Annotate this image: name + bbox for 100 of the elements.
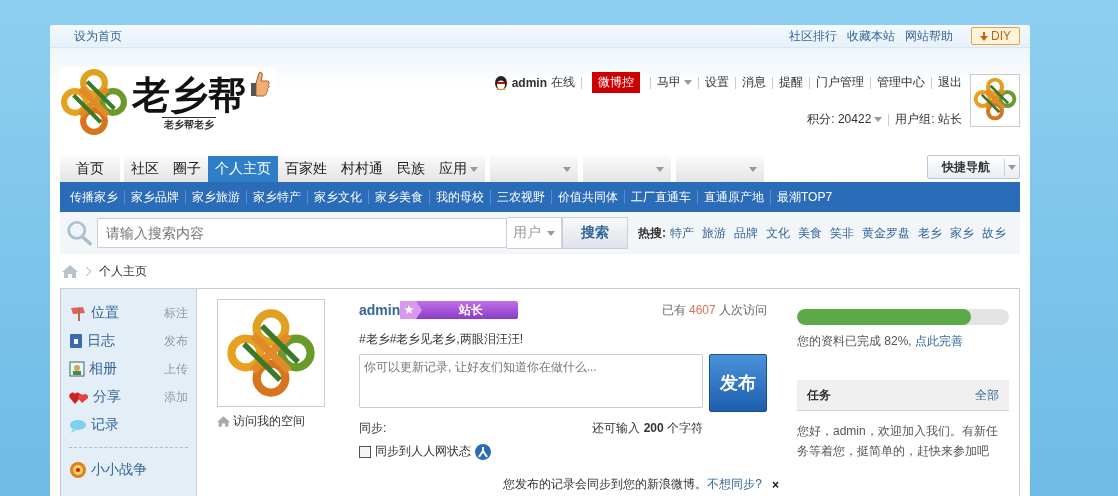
close-button[interactable]: ×: [772, 477, 779, 492]
visit-count-text: 已有 4607 人次访问: [661, 301, 767, 319]
caret-icon: [1008, 164, 1016, 170]
opt-out-link[interactable]: 不想同步?: [707, 477, 762, 491]
weibo-button[interactable]: 微博控: [592, 72, 640, 93]
sidebar-app-link[interactable]: 记录: [91, 416, 188, 434]
speech-bubble-icon: [69, 417, 87, 433]
diy-button[interactable]: DIY: [971, 27, 1020, 45]
user-menu-link[interactable]: 管理中心: [877, 74, 925, 91]
caret-icon: [656, 166, 664, 172]
nav-tab[interactable]: [676, 156, 764, 182]
subnav-link[interactable]: 我的母校: [430, 190, 491, 204]
subnav-link[interactable]: 三农视野: [491, 190, 552, 204]
sidebar-app-link[interactable]: 分享: [93, 388, 160, 406]
all-tasks-link[interactable]: 全部: [975, 386, 999, 404]
nav-tab[interactable]: 村村通: [334, 156, 390, 182]
user-group: 用户组: 站长: [895, 111, 962, 128]
subnav-link[interactable]: 家乡旅游: [186, 190, 247, 204]
user-menu-link[interactable]: 退出: [938, 74, 962, 91]
hot-search-label: 热搜:: [638, 224, 666, 242]
nav-tab[interactable]: 社区: [124, 156, 166, 182]
status-text: #老乡#老乡见老乡,两眼泪汪汪!: [359, 331, 524, 348]
nav-tab[interactable]: 个人主页: [208, 156, 278, 182]
complete-profile-link[interactable]: 点此完善: [915, 334, 964, 348]
sync-label: 同步:: [359, 420, 387, 437]
nav-tab[interactable]: 应用: [432, 156, 485, 182]
top-link[interactable]: 社区排行: [789, 27, 837, 45]
hot-search-link[interactable]: 品牌: [734, 224, 758, 242]
subnav-link[interactable]: 价值共同体: [552, 190, 625, 204]
completion-text: 您的资料已完成 82%, 点此完善: [797, 333, 965, 350]
nav-tab[interactable]: 圈子: [166, 156, 208, 182]
points-link[interactable]: 积分: 20422: [807, 111, 883, 128]
hot-search-link[interactable]: 文化: [766, 224, 790, 242]
subnav-link[interactable]: 传播家乡: [64, 190, 125, 204]
user-menu-link[interactable]: 马甲: [657, 74, 692, 91]
nav-tab[interactable]: 首页: [60, 156, 120, 182]
home-icon[interactable]: [62, 264, 78, 278]
penguin-icon: [493, 74, 508, 91]
search-button[interactable]: 搜索: [562, 217, 628, 249]
nav-tab[interactable]: 民族: [390, 156, 432, 182]
user-menu-link[interactable]: 设置: [705, 74, 729, 91]
online-status: 在线: [551, 74, 575, 91]
hot-search-link[interactable]: 故乡: [982, 224, 1006, 242]
knot-logo-icon: [60, 68, 128, 136]
user-menu-link[interactable]: 消息: [742, 74, 766, 91]
caret-icon: [563, 166, 571, 172]
role-badge: 站长: [400, 301, 519, 319]
nav-tab[interactable]: [583, 156, 671, 182]
sidebar-app-link[interactable]: 位置: [91, 304, 160, 322]
hot-search-link[interactable]: 家乡: [950, 224, 974, 242]
tasks-title: 任务: [807, 386, 831, 404]
sidebar-app-link[interactable]: 日志: [87, 332, 160, 350]
publish-button[interactable]: 发布: [709, 354, 767, 412]
subnav-link[interactable]: 最潮TOP7: [771, 190, 839, 204]
flag-icon: [69, 305, 87, 321]
sidebar-app-link[interactable]: 相册: [89, 360, 160, 378]
user-menu-link[interactable]: 提醒: [779, 74, 803, 91]
user-avatar-icon: [973, 76, 1017, 121]
char-count-text: 还可输入 200 个字符: [592, 420, 703, 437]
search-icon: [66, 219, 93, 247]
sync-option-label: 同步到人人网状态: [375, 443, 471, 460]
profile-name-link[interactable]: admin: [359, 302, 401, 318]
sidebar-app-link[interactable]: 小小战争: [91, 461, 188, 479]
search-scope-dropdown[interactable]: 用户: [507, 217, 562, 249]
hot-search-link[interactable]: 旅游: [702, 224, 726, 242]
subnav-link[interactable]: 工厂直通车: [625, 190, 698, 204]
sync-checkbox[interactable]: [359, 445, 371, 458]
top-link[interactable]: 收藏本站: [847, 27, 895, 45]
subnav-link[interactable]: 家乡文化: [308, 190, 369, 204]
search-field[interactable]: 请输入搜索内容: [96, 218, 507, 248]
user-menu-link[interactable]: 门户管理: [816, 74, 864, 91]
knot-logo-icon: [226, 308, 316, 398]
logo-subtitle: 老乡帮老乡: [162, 116, 216, 132]
nav-tab[interactable]: [490, 156, 578, 182]
photo-icon: [69, 361, 85, 377]
hot-search-link[interactable]: 美食: [798, 224, 822, 242]
visit-space-link[interactable]: 访问我的空间: [233, 413, 305, 430]
subnav-link[interactable]: 家乡品牌: [125, 190, 186, 204]
breadcrumb-current: 个人主页: [99, 262, 147, 280]
nav-tab[interactable]: 百家姓: [278, 156, 334, 182]
record-input-field[interactable]: 你可以更新记录, 让好友们知道你在做什么...: [359, 354, 703, 408]
hot-search-link[interactable]: 老乡: [918, 224, 942, 242]
chevron-icon: [86, 266, 91, 276]
subnav-link[interactable]: 家乡特产: [247, 190, 308, 204]
subnav-link[interactable]: 家乡美食: [369, 190, 430, 204]
book-icon: [69, 333, 83, 349]
hot-search-link[interactable]: 黄金罗盘: [862, 224, 910, 242]
username-link[interactable]: admin: [511, 75, 547, 90]
home-icon: [217, 416, 230, 427]
hot-search-link[interactable]: 笑非: [830, 224, 854, 242]
tasks-text: 您好，admin，欢迎加入我们。有新任务等着您，挺简单的，赶快来参加吧: [797, 423, 999, 460]
thumbs-up-icon: [250, 71, 270, 97]
top-link[interactable]: 网站帮助: [905, 27, 953, 45]
renren-icon: [475, 443, 491, 460]
subnav-link[interactable]: 直通原产地: [698, 190, 771, 204]
hot-search-link[interactable]: 特产: [670, 224, 694, 242]
set-homepage-link[interactable]: 设为首页: [74, 27, 122, 45]
caret-icon: [470, 166, 478, 172]
caret-icon: [684, 80, 692, 85]
quick-nav-button[interactable]: 快捷导航: [927, 155, 1020, 179]
